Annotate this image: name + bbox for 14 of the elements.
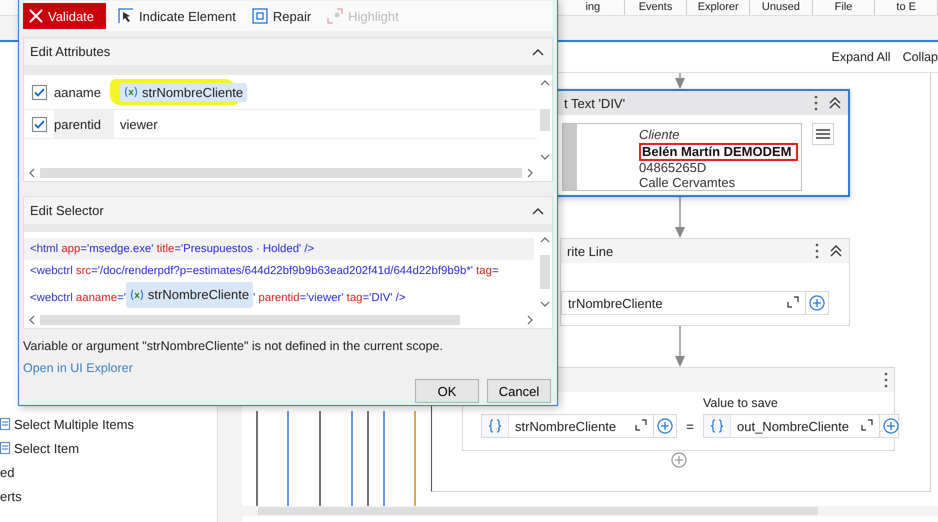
activity-title: t Text 'DIV' [564, 96, 626, 110]
preview-text: Cliente [639, 128, 680, 142]
preview-text: 04865265D [639, 161, 708, 176]
field-label: Value to save [703, 396, 779, 412]
preview-text: Calle Cervamtes [639, 176, 736, 190]
panel-title: Edit Selector [30, 203, 104, 218]
activity-title: rite Line [567, 244, 614, 258]
error-message: Variable or argument "strNombreCliente" is not defined in the current scope. [23, 339, 444, 353]
attribute-name: aaname [54, 84, 102, 102]
attribute-name: parentid [54, 110, 114, 138]
panel-title: Edit Attributes [30, 44, 110, 59]
selector-line: <webctrl src='/doc/renderpdf?p=estimates/644d22bf9b9b63ead202f41d/644d22bf9b9b*' tag= [29, 264, 500, 279]
equals-sign: = [685, 418, 695, 436]
highlighted-element: Belén Martín DEMODEM [639, 142, 798, 161]
